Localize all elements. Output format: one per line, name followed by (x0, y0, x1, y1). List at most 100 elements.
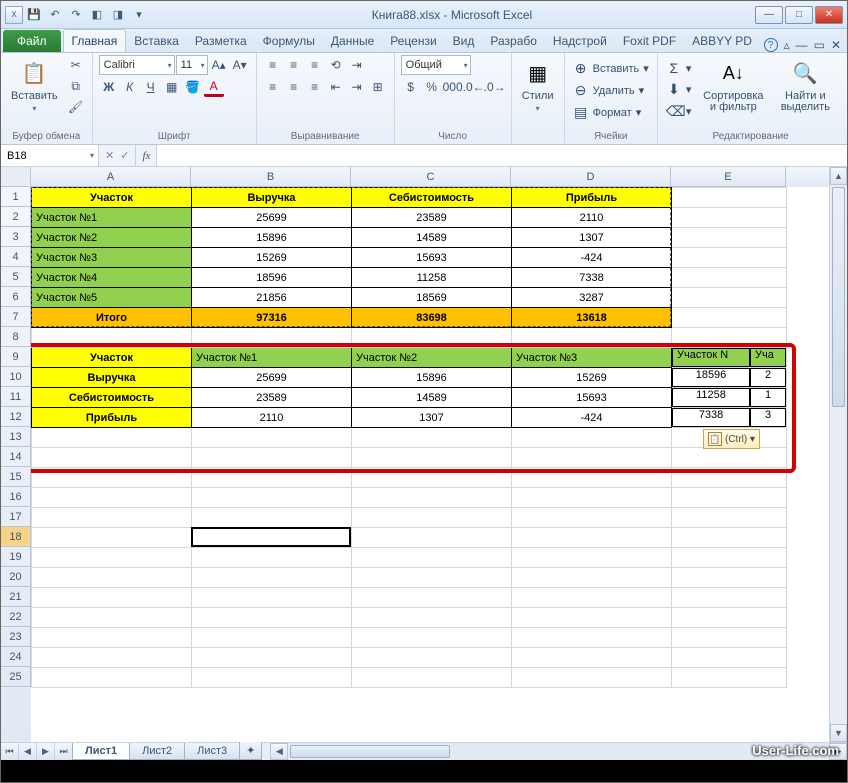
cell[interactable]: 3287 (512, 288, 672, 308)
row-header[interactable]: 3 (1, 227, 31, 247)
cell[interactable] (352, 508, 512, 528)
file-tab[interactable]: Файл (3, 30, 61, 52)
cell[interactable] (672, 308, 787, 328)
cell[interactable] (352, 588, 512, 608)
cell[interactable]: Себистоимость (352, 188, 512, 208)
cell[interactable] (352, 428, 512, 448)
cell[interactable]: -424 (512, 408, 672, 428)
cell[interactable] (352, 608, 512, 628)
cell[interactable]: Прибыль (32, 408, 192, 428)
row-header[interactable]: 11 (1, 387, 31, 407)
autosum-button[interactable]: Σ▾ (664, 59, 694, 77)
cell[interactable] (32, 568, 192, 588)
row-header[interactable]: 13 (1, 427, 31, 447)
cell[interactable] (512, 488, 672, 508)
cell[interactable] (512, 448, 672, 468)
cell[interactable] (352, 448, 512, 468)
column-header[interactable]: E (671, 167, 786, 187)
cell[interactable]: 97316 (192, 308, 352, 328)
cell[interactable]: Участок (32, 348, 192, 368)
cell[interactable] (192, 588, 352, 608)
cell[interactable] (672, 248, 787, 268)
qat-btn-1[interactable]: ◧ (87, 5, 107, 25)
cell[interactable] (192, 428, 352, 448)
qat-btn-2[interactable]: ◨ (108, 5, 128, 25)
cell[interactable]: 15693 (512, 388, 672, 408)
column-headers[interactable]: ABCDE (31, 167, 829, 187)
cell[interactable]: Участок №1 (192, 348, 352, 368)
name-box[interactable]: B18 (1, 145, 99, 166)
fill-color-icon[interactable]: 🪣 (183, 77, 203, 97)
cell[interactable] (672, 668, 787, 688)
cell[interactable]: 11258 (352, 268, 512, 288)
cell[interactable] (32, 628, 192, 648)
cell[interactable] (192, 668, 352, 688)
row-header[interactable]: 25 (1, 667, 31, 687)
sheet-tab[interactable]: Лист2 (129, 743, 185, 760)
cell[interactable]: Участок №3 (32, 248, 192, 268)
cell[interactable]: Участок №3 (512, 348, 672, 368)
font-name-combo[interactable]: Calibri (99, 55, 175, 75)
cell[interactable] (352, 328, 512, 348)
cell[interactable] (352, 668, 512, 688)
ribbon-tab[interactable]: Foxit PDF (615, 30, 684, 52)
underline-icon[interactable]: Ч (141, 77, 161, 97)
format-cells-button[interactable]: ▤Формат ▾ (571, 103, 644, 122)
cell[interactable] (352, 468, 512, 488)
cell[interactable] (192, 528, 352, 548)
vscroll-thumb[interactable] (832, 187, 845, 407)
ribbon-tab[interactable]: ABBYY PD (684, 30, 760, 52)
cut-icon[interactable]: ✂ (66, 55, 86, 75)
row-header[interactable]: 22 (1, 607, 31, 627)
cell[interactable] (32, 548, 192, 568)
column-header[interactable]: D (511, 167, 671, 187)
cell[interactable] (32, 468, 192, 488)
cell[interactable]: 18569 (352, 288, 512, 308)
cell[interactable] (192, 568, 352, 588)
first-sheet-icon[interactable]: ⏮ (1, 743, 19, 760)
sheet-tab[interactable]: Лист3 (184, 743, 240, 760)
row-header[interactable]: 7 (1, 307, 31, 327)
cell[interactable] (512, 328, 672, 348)
increase-font-icon[interactable]: A▴ (209, 55, 229, 75)
cell[interactable] (672, 228, 787, 248)
cell[interactable] (672, 608, 787, 628)
sheet-tab[interactable]: Лист1 (72, 743, 130, 760)
align-bottom-icon[interactable]: ≡ (305, 55, 325, 75)
paste-button[interactable]: 📋 Вставить ▾ (7, 55, 62, 115)
cell[interactable]: 1307 (512, 228, 672, 248)
cell[interactable]: 7338 (512, 268, 672, 288)
row-header[interactable]: 1 (1, 187, 31, 207)
cell[interactable] (512, 568, 672, 588)
cell[interactable]: 2110 (192, 408, 352, 428)
ribbon-help-icon[interactable]: ? (764, 38, 778, 52)
cell[interactable] (512, 508, 672, 528)
cell[interactable]: 1307 (352, 408, 512, 428)
undo-icon[interactable]: ↶ (45, 5, 65, 25)
cell[interactable]: 15269 (512, 368, 672, 388)
cell[interactable] (512, 468, 672, 488)
cell[interactable]: Прибыль (512, 188, 672, 208)
cell[interactable] (672, 588, 787, 608)
cell[interactable] (512, 588, 672, 608)
ribbon-tab[interactable]: Разрабо (482, 30, 545, 52)
cell[interactable] (192, 628, 352, 648)
cell[interactable]: Участок №2 (352, 348, 512, 368)
row-header[interactable]: 9 (1, 347, 31, 367)
align-left-icon[interactable]: ≡ (263, 77, 283, 97)
cell[interactable] (192, 508, 352, 528)
row-headers[interactable]: 1234567891011121314151617181920212223242… (1, 187, 31, 742)
ribbon-tab[interactable]: Надстрой (545, 30, 615, 52)
row-header[interactable]: 18 (1, 527, 31, 547)
cell[interactable] (352, 568, 512, 588)
hscroll-thumb[interactable] (290, 745, 450, 758)
cell[interactable] (672, 528, 787, 548)
excel-icon[interactable]: X (5, 6, 23, 24)
row-header[interactable]: 12 (1, 407, 31, 427)
spreadsheet-grid[interactable]: ABCDE 1234567891011121314151617181920212… (1, 167, 847, 760)
insert-cells-button[interactable]: ⊕Вставить ▾ (571, 59, 651, 78)
currency-icon[interactable]: $ (401, 77, 421, 97)
minimize-button[interactable]: — (755, 6, 783, 24)
align-center-icon[interactable]: ≡ (284, 77, 304, 97)
qat-more-icon[interactable]: ▾ (129, 5, 149, 25)
